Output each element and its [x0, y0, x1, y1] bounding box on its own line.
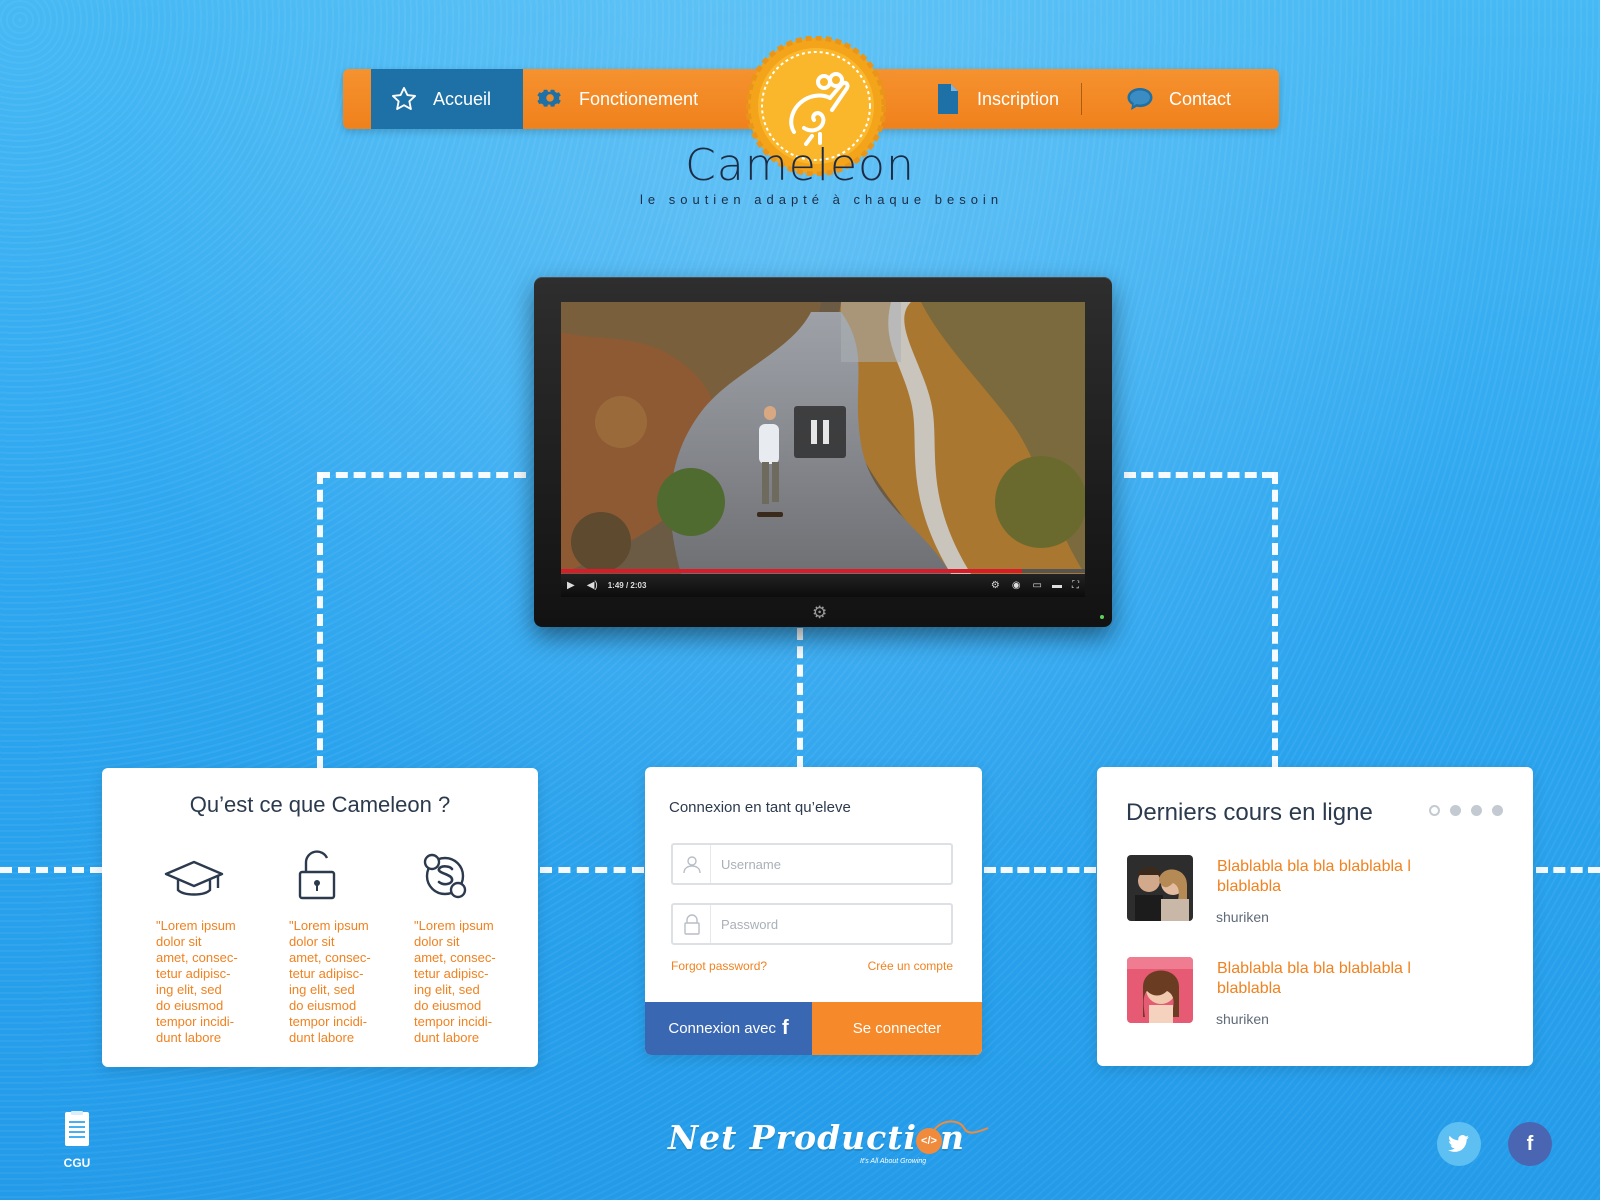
about-title: Qu’est ce que Cameleon ? [189, 792, 451, 817]
facebook-f-icon: f [781, 1017, 789, 1039]
lock-icon [673, 905, 711, 943]
submit-login-button[interactable]: Se connecter [812, 1002, 982, 1055]
password-field[interactable] [671, 903, 953, 945]
carousel-dot[interactable] [1450, 805, 1461, 816]
video-time: 1:49 / 2:03 [607, 581, 647, 590]
video-monitor: ▶ ◀) 1:49 / 2:03 ⚙ ◉ ▭ ▬ ⛶ ⚙ [534, 277, 1112, 627]
facebook-login-label: Connexion avec [668, 1020, 776, 1037]
pause-button[interactable] [794, 406, 846, 458]
password-input[interactable] [711, 906, 951, 942]
quality-icon[interactable]: ◉ [1012, 580, 1021, 591]
connector-center-vertical [797, 628, 803, 768]
connector-right-vertical [1272, 472, 1278, 768]
net-production-slogan: It's All About Growing [860, 1158, 927, 1165]
nav-item-contact[interactable]: Contact [1125, 69, 1275, 129]
video-progress-fill [561, 569, 1023, 573]
submit-login-label: Se connecter [852, 1020, 942, 1037]
username-field[interactable] [671, 843, 953, 885]
cgu-label: CGU [63, 1156, 91, 1170]
carousel-dot[interactable] [1471, 805, 1482, 816]
document-icon [933, 84, 963, 114]
create-account-link[interactable]: Crée un compte [868, 959, 953, 973]
connector-bottom-mid-right [984, 867, 1096, 873]
feature-text: "Lorem ipsum dolor sit amet, consec- tet… [289, 918, 371, 1045]
feature-access: "Lorem ipsum dolor sit amet, consec- tet… [289, 844, 389, 1046]
nav-separator [1081, 83, 1082, 115]
brand-block: Cameleon le soutien adapté à chaque beso… [640, 140, 1004, 208]
nav-item-fonctionement[interactable]: Fonctionement [535, 69, 735, 129]
username-input[interactable] [711, 846, 951, 882]
document-icon [65, 1111, 89, 1146]
brand-tagline: le soutien adapté à chaque besoin [640, 192, 1004, 207]
nav-label-fonctionement: Fonctionement [579, 88, 699, 109]
course-author: shuriken [1216, 1011, 1269, 1027]
twitter-bird-icon [1448, 1135, 1469, 1152]
forgot-password-link[interactable]: Forgot password? [671, 959, 767, 973]
courses-card: Derniers cours en ligne Blablabla bla bl… [1097, 767, 1533, 1066]
course-thumbnail[interactable] [1127, 855, 1193, 921]
large-player-icon[interactable]: ▬ [1052, 580, 1062, 591]
nav-item-inscription[interactable]: Inscription [933, 69, 1083, 129]
facebook-login-button[interactable]: Connexion avec f [645, 1002, 812, 1055]
mouse-cable-icon [933, 1120, 989, 1134]
nav-label-accueil: Accueil [433, 88, 492, 109]
video-progress-bar[interactable] [561, 569, 1085, 573]
gear-icon [535, 84, 565, 114]
connector-bottom-right [1536, 867, 1600, 873]
play-icon[interactable]: ▶ [567, 580, 575, 591]
user-icon [673, 845, 711, 883]
facebook-button[interactable]: f [1508, 1122, 1552, 1166]
unlocked-padlock-icon [298, 850, 336, 900]
course-thumbnail[interactable] [1127, 957, 1193, 1023]
carousel-dot[interactable] [1492, 805, 1503, 816]
about-card: Qu’est ce que Cameleon ? "Lorem ipsum do… [102, 768, 538, 1067]
course-title[interactable]: Blablabla bla bla blablabla l blablabla [1217, 959, 1437, 999]
chat-bubble-icon [1125, 84, 1155, 114]
star-icon [389, 84, 419, 114]
facebook-f-icon: f [1526, 1132, 1534, 1155]
carousel-dots [1429, 805, 1503, 816]
video-controls: ▶ ◀) 1:49 / 2:03 ⚙ ◉ ▭ ▬ ⛶ [561, 569, 1085, 597]
login-card: Connexion en tant qu’eleve Forgot passwo… [645, 767, 982, 1055]
feature-education: "Lorem ipsum dolor sit amet, consec- tet… [156, 844, 256, 1046]
connector-left-top [318, 472, 526, 478]
course-title[interactable]: Blablabla bla bla blablabla l blablabla [1217, 857, 1437, 897]
login-title: Connexion en tant qu’eleve [669, 799, 851, 816]
courses-title: Derniers cours en ligne [1126, 799, 1373, 826]
connector-right-top [1124, 472, 1274, 478]
net-production-logo[interactable]: Net Production </> It's All About Growin… [668, 1118, 989, 1174]
fullscreen-icon[interactable]: ⛶ [1072, 580, 1079, 591]
connector-bottom-mid-left [540, 867, 644, 873]
volume-icon[interactable]: ◀) [587, 580, 598, 591]
skype-icon [423, 853, 467, 899]
cgu-link[interactable]: CGU [60, 1111, 94, 1170]
power-led [1100, 615, 1104, 619]
course-item[interactable]: Blablabla bla bla blablabla l blablabla … [1127, 855, 1507, 925]
nav-item-accueil[interactable]: Accueil [371, 69, 523, 129]
nav-label-contact: Contact [1169, 88, 1232, 109]
settings-icon[interactable]: ⚙ [991, 580, 1000, 591]
course-author: shuriken [1216, 909, 1269, 925]
video-player[interactable]: ▶ ◀) 1:49 / 2:03 ⚙ ◉ ▭ ▬ ⛶ [561, 302, 1085, 597]
feature-text: "Lorem ipsum dolor sit amet, consec- tet… [156, 918, 238, 1045]
graduation-cap-icon [164, 860, 224, 896]
small-player-icon[interactable]: ▭ [1033, 580, 1042, 591]
nav-label-inscription: Inscription [977, 88, 1060, 109]
feature-text: "Lorem ipsum dolor sit amet, consec- tet… [414, 918, 496, 1045]
connector-left-vertical [317, 472, 323, 768]
monitor-gear-icon: ⚙ [812, 603, 828, 622]
twitter-button[interactable] [1437, 1122, 1481, 1166]
connector-bottom-left [0, 867, 102, 873]
feature-skype: "Lorem ipsum dolor sit amet, consec- tet… [414, 844, 514, 1046]
carousel-dot[interactable] [1429, 805, 1440, 816]
brand-name: Cameleon [685, 140, 915, 191]
course-item[interactable]: Blablabla bla bla blablabla l blablabla … [1127, 957, 1507, 1027]
